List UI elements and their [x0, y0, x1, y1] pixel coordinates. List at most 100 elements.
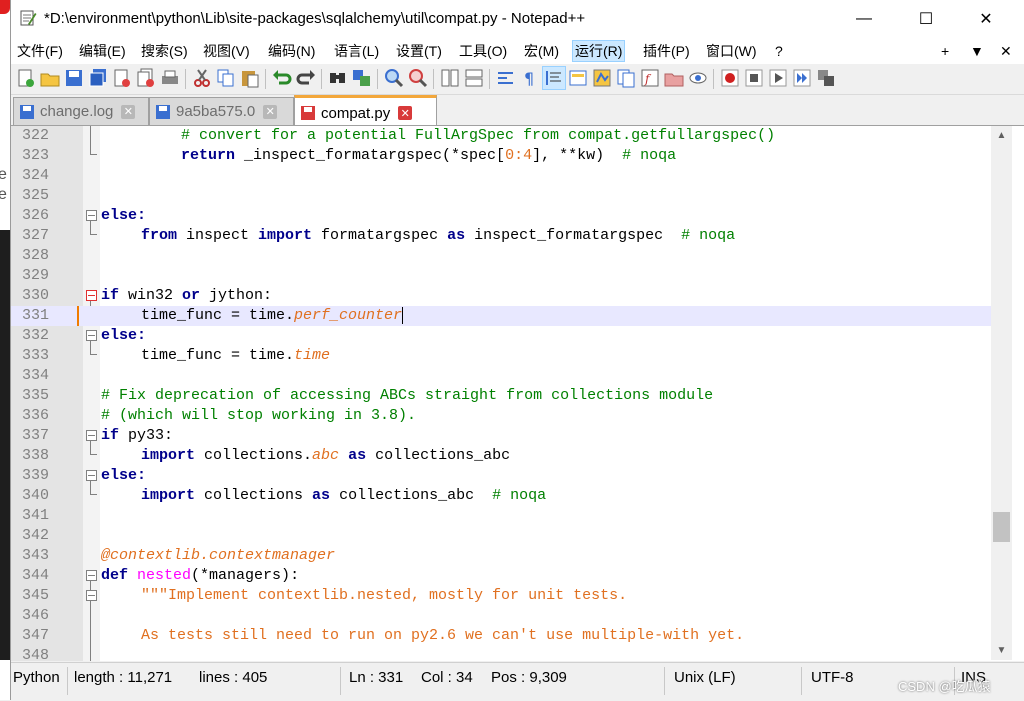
- code-line: 332 else:: [11, 326, 1001, 346]
- tab-change-log[interactable]: change.log ✕: [13, 97, 149, 125]
- code-line: 348: [11, 646, 1001, 661]
- folder-workspace-icon[interactable]: [663, 67, 685, 89]
- keyword: return: [181, 147, 236, 164]
- user-defined-lang-icon[interactable]: [567, 67, 589, 89]
- close-document-icon[interactable]: ✕: [998, 41, 1014, 61]
- new-file-icon[interactable]: [15, 67, 37, 89]
- open-file-icon[interactable]: [39, 67, 61, 89]
- function-list-icon[interactable]: f: [639, 67, 661, 89]
- watermark: CSDN @吃瓜猿: [898, 679, 991, 694]
- menu-file[interactable]: 文件(F): [15, 41, 65, 61]
- vertical-scrollbar[interactable]: [991, 126, 1012, 660]
- menu-view[interactable]: 视图(V): [201, 41, 252, 61]
- macro-save-icon[interactable]: [815, 67, 837, 89]
- code-text: collections_abc: [366, 447, 511, 464]
- zoom-out-icon[interactable]: [407, 67, 429, 89]
- menu-settings[interactable]: 设置(T): [394, 41, 444, 61]
- macro-run-multiple-icon[interactable]: [791, 67, 813, 89]
- menu-run[interactable]: 运行(R): [572, 40, 626, 62]
- code-text: time_func = time.: [141, 347, 295, 364]
- close-button[interactable]: ✕: [963, 0, 1009, 38]
- menu-window[interactable]: 窗口(W): [704, 41, 759, 61]
- title-bar[interactable]: *D:\environment\python\Lib\site-packages…: [11, 0, 1024, 38]
- menu-encoding[interactable]: 编码(N): [266, 41, 317, 61]
- comment: # noqa: [492, 487, 547, 504]
- tab-close-icon[interactable]: ✕: [398, 106, 413, 120]
- save-icon[interactable]: [63, 67, 85, 89]
- notepad-window: *D:\environment\python\Lib\site-packages…: [10, 0, 1024, 701]
- sync-horizontal-icon[interactable]: [463, 67, 485, 89]
- tab-label: change.log: [40, 103, 114, 120]
- line-number: 340: [21, 487, 49, 504]
- status-length: length : 11,271: [74, 669, 173, 686]
- code-line: 335 # Fix deprecation of accessing ABCs …: [11, 386, 1001, 406]
- maximize-button[interactable]: ☐: [903, 0, 949, 38]
- monitoring-eye-icon[interactable]: [687, 67, 709, 89]
- macro-play-icon[interactable]: [767, 67, 789, 89]
- toolbar-separator: [433, 69, 434, 89]
- menu-help[interactable]: ?: [773, 41, 785, 61]
- print-icon[interactable]: [159, 67, 181, 89]
- comment: # convert for a potential FullArgSpec fr…: [181, 127, 776, 144]
- sync-vertical-icon[interactable]: [439, 67, 461, 89]
- scrollbar-thumb[interactable]: [993, 512, 1010, 542]
- number: 0:4: [505, 147, 533, 164]
- copy-icon[interactable]: [215, 67, 237, 89]
- undo-icon[interactable]: [271, 67, 293, 89]
- code-text: collections: [195, 487, 313, 504]
- minimize-button[interactable]: —: [841, 0, 887, 38]
- paste-icon[interactable]: [239, 67, 261, 89]
- doc-list-icon[interactable]: [615, 67, 637, 89]
- menu-macro[interactable]: 宏(M): [522, 41, 561, 61]
- indent-guide-icon[interactable]: [542, 66, 566, 90]
- menu-tools[interactable]: 工具(O): [457, 41, 509, 61]
- code-line: 341: [11, 506, 1001, 526]
- doc-map-icon[interactable]: [591, 67, 613, 89]
- toolbar-separator: [185, 69, 186, 89]
- line-number: 335: [21, 387, 49, 404]
- code-text: collections_abc: [330, 487, 493, 504]
- keyword: def: [101, 567, 129, 584]
- menu-edit[interactable]: 编辑(E): [77, 41, 128, 61]
- tab-close-icon[interactable]: ✕: [121, 104, 136, 119]
- line-number: 326: [21, 207, 49, 224]
- menu-search[interactable]: 搜索(S): [139, 41, 190, 61]
- code-line: 340 import collections as collections_ab…: [11, 486, 1001, 506]
- new-tab-plus-icon[interactable]: +: [939, 41, 951, 61]
- macro-stop-icon[interactable]: [743, 67, 765, 89]
- scroll-down-icon[interactable]: ▼: [991, 642, 1012, 659]
- comment: # noqa: [681, 227, 736, 244]
- code-line: 344 def nested(*managers):: [11, 566, 1001, 586]
- docstring: """Implement contextlib.nested, mostly f…: [141, 587, 628, 604]
- status-encoding: UTF-8: [811, 669, 854, 686]
- zoom-in-icon[interactable]: [383, 67, 405, 89]
- code-text: time_func = time.: [141, 307, 295, 324]
- macro-record-icon[interactable]: [719, 67, 741, 89]
- menu-language[interactable]: 语言(L): [332, 41, 381, 61]
- tab-9a5ba575[interactable]: 9a5ba575.0 ✕: [149, 97, 294, 125]
- tab-close-icon[interactable]: ✕: [263, 104, 278, 119]
- replace-icon[interactable]: [351, 67, 373, 89]
- code-text: jython:: [200, 287, 273, 304]
- close-all-icon[interactable]: [135, 67, 157, 89]
- save-all-icon[interactable]: [87, 67, 109, 89]
- code-line: 337 if py33:: [11, 426, 1001, 446]
- status-position: Pos : 9,309: [491, 669, 567, 686]
- redo-icon[interactable]: [295, 67, 317, 89]
- tab-compat-py[interactable]: compat.py ✕: [294, 95, 437, 128]
- scroll-up-icon[interactable]: ▲: [991, 127, 1012, 144]
- keyword: as: [348, 447, 367, 464]
- cut-icon[interactable]: [191, 67, 213, 89]
- attribute: perf_counter: [294, 307, 403, 324]
- background-dark-panel: [0, 230, 10, 660]
- code-line: 347 As tests still need to run on py2.6 …: [11, 626, 1001, 646]
- line-number: 348: [21, 647, 49, 661]
- change-marker: [77, 306, 79, 326]
- code-editor[interactable]: 322 # convert for a potential FullArgSpe…: [11, 125, 1024, 661]
- find-icon[interactable]: [327, 67, 349, 89]
- menu-plugins[interactable]: 插件(P): [641, 41, 692, 61]
- word-wrap-icon[interactable]: [495, 67, 517, 89]
- tab-list-dropdown-icon[interactable]: ▼: [968, 41, 986, 61]
- close-file-icon[interactable]: [111, 67, 133, 89]
- show-all-chars-icon[interactable]: ¶: [519, 67, 541, 89]
